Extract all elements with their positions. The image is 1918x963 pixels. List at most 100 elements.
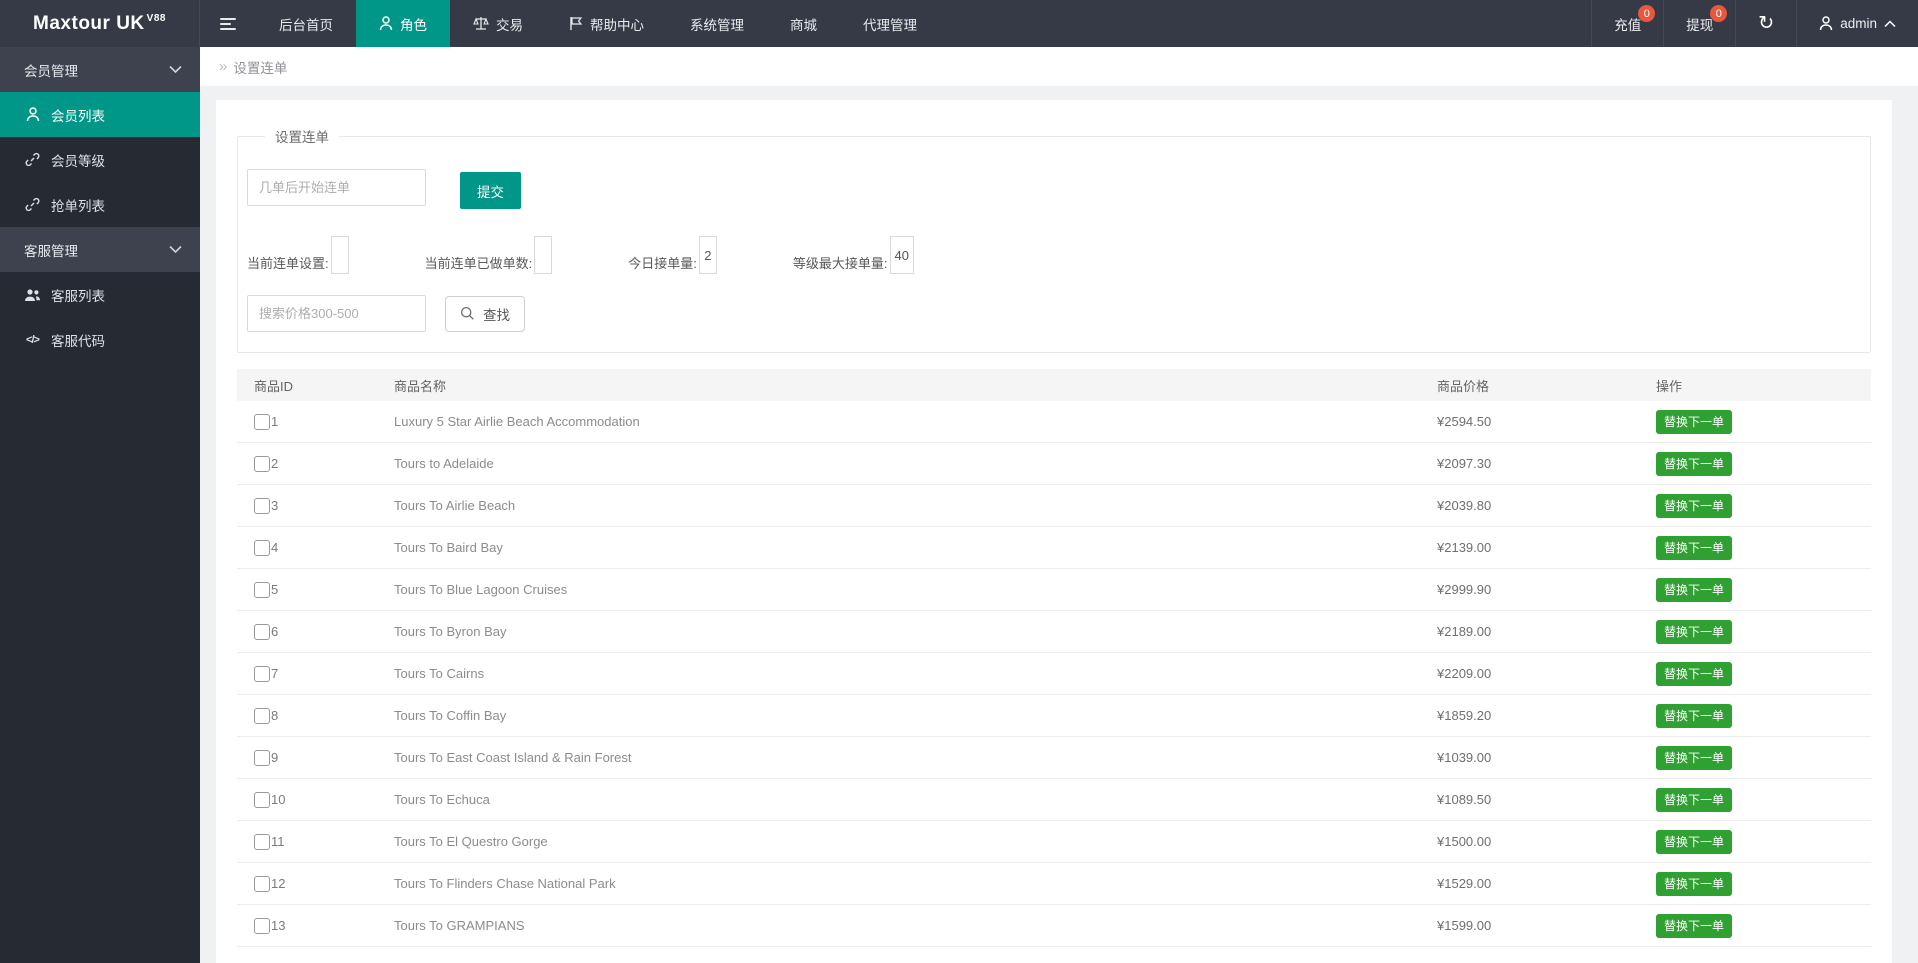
product-id: 1 — [271, 414, 279, 429]
row-checkbox[interactable] — [254, 623, 270, 640]
table-row: 10 Tours To Echuca ¥1089.50 替换下一单 — [237, 779, 1871, 821]
replace-next-order-button[interactable]: 替换下一单 — [1656, 451, 1733, 476]
nav-item-help-center[interactable]: 帮助中心 — [546, 0, 667, 47]
withdraw-badge: 0 — [1710, 5, 1728, 22]
table-row: 2 Tours to Adelaide ¥2097.30 替换下一单 — [237, 443, 1871, 485]
replace-next-order-button[interactable]: 替换下一单 — [1656, 829, 1733, 854]
product-price: ¥1039.00 — [1437, 750, 1492, 765]
nav-item-label: 交易 — [496, 17, 523, 33]
nav-item-label: 代理管理 — [863, 17, 917, 33]
replace-next-order-button[interactable]: 替换下一单 — [1656, 871, 1733, 896]
product-id: 12 — [271, 876, 286, 891]
row-checkbox[interactable] — [254, 455, 270, 472]
nav-item-agent[interactable]: 代理管理 — [840, 0, 940, 47]
product-name: Tours To Cairns — [394, 666, 485, 681]
table-row: 11 Tours To El Questro Gorge ¥1500.00 替换… — [237, 821, 1871, 863]
recharge-label: 充值 — [1614, 17, 1642, 33]
sidebar-item-grab-order-list[interactable]: 抢单列表 — [0, 182, 200, 227]
replace-next-order-button[interactable]: 替换下一单 — [1656, 703, 1733, 728]
product-id: 5 — [271, 582, 279, 597]
nav-item-mall[interactable]: 商城 — [767, 0, 840, 47]
row-checkbox[interactable] — [254, 539, 270, 556]
stat-value-box — [534, 236, 553, 274]
collapse-menu-button[interactable] — [200, 0, 256, 47]
replace-next-order-button[interactable]: 替换下一单 — [1656, 493, 1733, 518]
recharge-button[interactable]: 充值 0 — [1591, 0, 1663, 47]
table-row: 1 Luxury 5 Star Airlie Beach Accommodati… — [237, 401, 1871, 443]
stats-row: 当前连单设置: 当前连单已做单数: 今日接单量: 2 等级最大接单量: 40 — [247, 236, 1870, 274]
fieldset-legend: 设置连单 — [275, 130, 329, 145]
content-card: 设置连单 提交 当前连单设置: 当前连单已做单数: 今日接单量: 2 — [216, 100, 1892, 963]
refresh-icon: ↻ — [1758, 13, 1775, 34]
row-checkbox[interactable] — [254, 413, 270, 430]
product-name: Tours to Adelaide — [394, 456, 494, 471]
sidebar-item-label: 客服代码 — [51, 333, 105, 349]
stat-level-max-orders: 等级最大接单量: 40 — [793, 236, 914, 274]
replace-next-order-button[interactable]: 替换下一单 — [1656, 745, 1733, 770]
product-id: 9 — [271, 750, 279, 765]
replace-next-order-button[interactable]: 替换下一单 — [1656, 577, 1733, 602]
sidebar-item-member-level[interactable]: 会员等级 — [0, 137, 200, 182]
nav-item-roles[interactable]: 角色 — [356, 0, 450, 47]
breadcrumb: » 设置连单 — [200, 47, 1918, 86]
product-name: Tours To East Coast Island & Rain Forest — [394, 750, 632, 765]
row-checkbox[interactable] — [254, 833, 270, 850]
row-checkbox[interactable] — [254, 581, 270, 598]
sidebar-section-service-management[interactable]: 客服管理 — [0, 227, 200, 272]
row-checkbox[interactable] — [254, 707, 270, 724]
product-price: ¥2039.80 — [1437, 498, 1492, 513]
chain-start-input[interactable] — [247, 169, 426, 206]
search-icon — [460, 306, 475, 321]
table-row: 5 Tours To Blue Lagoon Cruises ¥2999.90 … — [237, 569, 1871, 611]
find-button[interactable]: 查找 — [445, 295, 525, 332]
row-checkbox[interactable] — [254, 917, 270, 934]
product-price: ¥1599.00 — [1437, 918, 1492, 933]
replace-next-order-button[interactable]: 替换下一单 — [1656, 913, 1733, 938]
row-checkbox[interactable] — [254, 665, 270, 682]
product-name: Tours To Airlie Beach — [394, 498, 516, 513]
submit-button[interactable]: 提交 — [460, 172, 521, 209]
row-checkbox[interactable] — [254, 497, 270, 514]
row-checkbox[interactable] — [254, 791, 270, 808]
nav-item-label: 商城 — [790, 17, 817, 33]
recharge-badge: 0 — [1638, 5, 1656, 22]
product-name: Tours To Blue Lagoon Cruises — [394, 582, 568, 597]
person-icon — [379, 16, 393, 31]
user-icon — [1819, 16, 1833, 31]
nav-item-label: 后台首页 — [279, 17, 333, 33]
code-icon: </> — [26, 333, 40, 346]
product-price: ¥1089.50 — [1437, 792, 1492, 807]
nav-item-trade[interactable]: 交易 — [450, 0, 546, 47]
price-search-input[interactable] — [247, 295, 426, 332]
find-button-label: 查找 — [483, 307, 510, 323]
product-price: ¥2594.50 — [1437, 414, 1492, 429]
sidebar-section-member-management[interactable]: 会员管理 — [0, 47, 200, 92]
replace-next-order-button[interactable]: 替换下一单 — [1656, 409, 1733, 434]
withdraw-button[interactable]: 提现 0 — [1663, 0, 1735, 47]
sidebar-item-member-list[interactable]: 会员列表 — [0, 92, 200, 137]
table-body: 1 Luxury 5 Star Airlie Beach Accommodati… — [237, 401, 1871, 947]
section-title: 会员管理 — [24, 63, 78, 79]
product-id: 6 — [271, 624, 279, 639]
replace-next-order-button[interactable]: 替换下一单 — [1656, 535, 1733, 560]
user-menu[interactable]: admin — [1796, 0, 1918, 47]
replace-next-order-button[interactable]: 替换下一单 — [1656, 661, 1733, 686]
product-id: 13 — [271, 918, 286, 933]
product-id: 11 — [271, 834, 285, 849]
row-checkbox[interactable] — [254, 749, 270, 766]
person-icon — [24, 107, 41, 122]
nav-item-dashboard[interactable]: 后台首页 — [256, 0, 356, 47]
row-checkbox[interactable] — [254, 875, 270, 892]
username: admin — [1840, 16, 1877, 31]
sidebar-item-service-list[interactable]: 客服列表 — [0, 272, 200, 317]
nav-item-system[interactable]: 系统管理 — [667, 0, 767, 47]
stat-current-chain-setting: 当前连单设置: — [247, 236, 349, 274]
product-name: Luxury 5 Star Airlie Beach Accommodation — [394, 414, 640, 429]
table-header: 商品ID 商品名称 商品价格 操作 — [237, 369, 1871, 401]
product-name: Tours To Baird Bay — [394, 540, 503, 555]
product-name: Tours To Byron Bay — [394, 624, 507, 639]
refresh-button[interactable]: ↻ — [1735, 0, 1796, 47]
replace-next-order-button[interactable]: 替换下一单 — [1656, 787, 1733, 812]
replace-next-order-button[interactable]: 替换下一单 — [1656, 619, 1733, 644]
sidebar-item-service-code[interactable]: </> 客服代码 — [0, 317, 200, 362]
